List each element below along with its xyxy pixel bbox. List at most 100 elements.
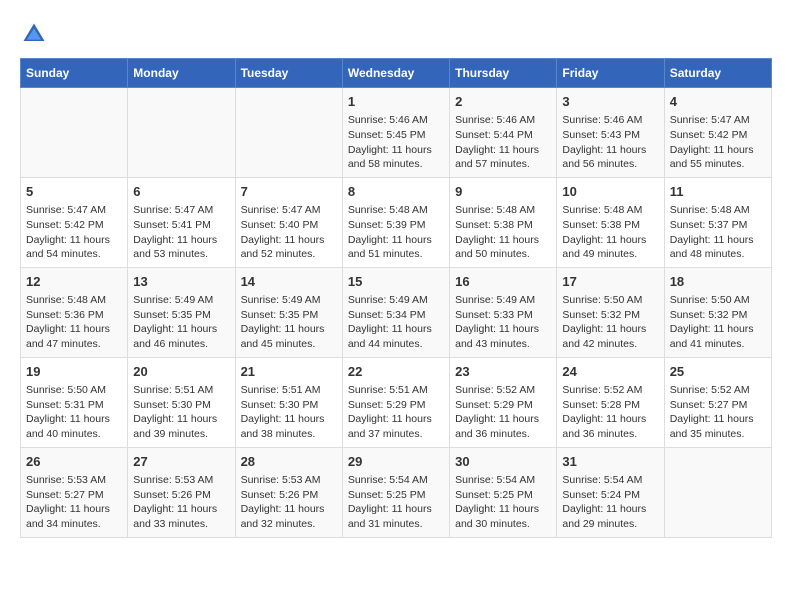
calendar-cell: 6 Sunrise: 5:47 AM Sunset: 5:41 PM Daylig… [128,177,235,267]
day-header-friday: Friday [557,59,664,88]
day-number: 20 [133,363,229,381]
calendar-week-row: 5 Sunrise: 5:47 AM Sunset: 5:42 PM Daylig… [21,177,772,267]
calendar-week-row: 12 Sunrise: 5:48 AM Sunset: 5:36 PM Dayli… [21,267,772,357]
day-number: 24 [562,363,658,381]
day-number: 13 [133,273,229,291]
day-number: 29 [348,453,444,471]
day-info: Sunrise: 5:48 AM Sunset: 5:38 PM Dayligh… [562,203,658,262]
calendar-cell: 7 Sunrise: 5:47 AM Sunset: 5:40 PM Daylig… [235,177,342,267]
calendar-cell: 11 Sunrise: 5:48 AM Sunset: 5:37 PM Dayli… [664,177,771,267]
day-header-monday: Monday [128,59,235,88]
day-header-thursday: Thursday [450,59,557,88]
day-info: Sunrise: 5:52 AM Sunset: 5:27 PM Dayligh… [670,383,766,442]
calendar-cell: 19 Sunrise: 5:50 AM Sunset: 5:31 PM Dayli… [21,357,128,447]
day-number: 11 [670,183,766,201]
day-number: 27 [133,453,229,471]
day-info: Sunrise: 5:48 AM Sunset: 5:37 PM Dayligh… [670,203,766,262]
calendar-cell: 23 Sunrise: 5:52 AM Sunset: 5:29 PM Dayli… [450,357,557,447]
calendar-cell: 31 Sunrise: 5:54 AM Sunset: 5:24 PM Dayli… [557,447,664,537]
day-number: 5 [26,183,122,201]
day-number: 23 [455,363,551,381]
calendar-cell [235,88,342,178]
calendar-cell: 8Sunrise: 5:48 AM Sunset: 5:39 PM Daylig… [342,177,449,267]
calendar-cell: 14Sunrise: 5:49 AM Sunset: 5:35 PM Dayli… [235,267,342,357]
calendar-cell: 10 Sunrise: 5:48 AM Sunset: 5:38 PM Dayli… [557,177,664,267]
day-number: 25 [670,363,766,381]
day-header-tuesday: Tuesday [235,59,342,88]
calendar-cell [21,88,128,178]
calendar-cell: 15 Sunrise: 5:49 AM Sunset: 5:34 PM Dayli… [342,267,449,357]
day-number: 4 [670,93,766,111]
day-number: 12 [26,273,122,291]
day-info: Sunrise: 5:48 AM Sunset: 5:38 PM Dayligh… [455,203,551,262]
calendar-cell: 3 Sunrise: 5:46 AM Sunset: 5:43 PM Daylig… [557,88,664,178]
day-number: 7 [241,183,337,201]
day-info: Sunrise: 5:49 AM Sunset: 5:35 PM Dayligh… [241,293,337,352]
day-number: 28 [241,453,337,471]
day-info: Sunrise: 5:49 AM Sunset: 5:34 PM Dayligh… [348,293,444,352]
day-number: 21 [241,363,337,381]
day-number: 6 [133,183,229,201]
day-info: Sunrise: 5:51 AM Sunset: 5:30 PM Dayligh… [133,383,229,442]
day-number: 15 [348,273,444,291]
calendar-cell: 16 Sunrise: 5:49 AM Sunset: 5:33 PM Dayli… [450,267,557,357]
day-number: 10 [562,183,658,201]
day-number: 9 [455,183,551,201]
calendar-cell: 4 Sunrise: 5:47 AM Sunset: 5:42 PM Daylig… [664,88,771,178]
calendar-cell: 1Sunrise: 5:46 AM Sunset: 5:45 PM Daylig… [342,88,449,178]
day-number: 1 [348,93,444,111]
day-info: Sunrise: 5:52 AM Sunset: 5:28 PM Dayligh… [562,383,658,442]
day-info: Sunrise: 5:47 AM Sunset: 5:42 PM Dayligh… [670,113,766,172]
day-info: Sunrise: 5:54 AM Sunset: 5:24 PM Dayligh… [562,473,658,532]
calendar-cell: 29 Sunrise: 5:54 AM Sunset: 5:25 PM Dayli… [342,447,449,537]
calendar-cell: 28 Sunrise: 5:53 AM Sunset: 5:26 PM Dayli… [235,447,342,537]
calendar-cell: 5 Sunrise: 5:47 AM Sunset: 5:42 PM Daylig… [21,177,128,267]
calendar-cell: 12 Sunrise: 5:48 AM Sunset: 5:36 PM Dayli… [21,267,128,357]
calendar-cell: 27 Sunrise: 5:53 AM Sunset: 5:26 PM Dayli… [128,447,235,537]
day-info: Sunrise: 5:47 AM Sunset: 5:40 PM Dayligh… [241,203,337,262]
calendar-week-row: 19 Sunrise: 5:50 AM Sunset: 5:31 PM Dayli… [21,357,772,447]
calendar-week-row: 26 Sunrise: 5:53 AM Sunset: 5:27 PM Dayli… [21,447,772,537]
day-info: Sunrise: 5:47 AM Sunset: 5:42 PM Dayligh… [26,203,122,262]
calendar-cell: 25 Sunrise: 5:52 AM Sunset: 5:27 PM Dayli… [664,357,771,447]
day-info: Sunrise: 5:50 AM Sunset: 5:32 PM Dayligh… [670,293,766,352]
day-number: 2 [455,93,551,111]
day-info: Sunrise: 5:46 AM Sunset: 5:43 PM Dayligh… [562,113,658,172]
day-number: 19 [26,363,122,381]
day-header-wednesday: Wednesday [342,59,449,88]
calendar-header-row: SundayMondayTuesdayWednesdayThursdayFrid… [21,59,772,88]
day-number: 31 [562,453,658,471]
day-info: Sunrise: 5:46 AM Sunset: 5:44 PM Dayligh… [455,113,551,172]
day-header-sunday: Sunday [21,59,128,88]
day-info: Sunrise: 5:48 AM Sunset: 5:39 PM Dayligh… [348,203,444,262]
day-info: Sunrise: 5:49 AM Sunset: 5:35 PM Dayligh… [133,293,229,352]
day-info: Sunrise: 5:48 AM Sunset: 5:36 PM Dayligh… [26,293,122,352]
calendar-cell: 30 Sunrise: 5:54 AM Sunset: 5:25 PM Dayli… [450,447,557,537]
day-info: Sunrise: 5:50 AM Sunset: 5:31 PM Dayligh… [26,383,122,442]
day-number: 3 [562,93,658,111]
calendar-cell: 13 Sunrise: 5:49 AM Sunset: 5:35 PM Dayli… [128,267,235,357]
calendar-cell: 24 Sunrise: 5:52 AM Sunset: 5:28 PM Dayli… [557,357,664,447]
day-info: Sunrise: 5:53 AM Sunset: 5:27 PM Dayligh… [26,473,122,532]
day-number: 16 [455,273,551,291]
calendar-cell: 2 Sunrise: 5:46 AM Sunset: 5:44 PM Daylig… [450,88,557,178]
calendar-cell: 17Sunrise: 5:50 AM Sunset: 5:32 PM Dayli… [557,267,664,357]
day-info: Sunrise: 5:51 AM Sunset: 5:30 PM Dayligh… [241,383,337,442]
calendar-cell: 21 Sunrise: 5:51 AM Sunset: 5:30 PM Dayli… [235,357,342,447]
page-header [20,20,772,48]
day-info: Sunrise: 5:54 AM Sunset: 5:25 PM Dayligh… [455,473,551,532]
day-info: Sunrise: 5:50 AM Sunset: 5:32 PM Dayligh… [562,293,658,352]
day-info: Sunrise: 5:53 AM Sunset: 5:26 PM Dayligh… [133,473,229,532]
day-info: Sunrise: 5:49 AM Sunset: 5:33 PM Dayligh… [455,293,551,352]
calendar-cell: 18 Sunrise: 5:50 AM Sunset: 5:32 PM Dayli… [664,267,771,357]
day-number: 30 [455,453,551,471]
day-number: 18 [670,273,766,291]
day-info: Sunrise: 5:51 AM Sunset: 5:29 PM Dayligh… [348,383,444,442]
calendar-cell: 9 Sunrise: 5:48 AM Sunset: 5:38 PM Daylig… [450,177,557,267]
day-number: 26 [26,453,122,471]
day-info: Sunrise: 5:52 AM Sunset: 5:29 PM Dayligh… [455,383,551,442]
calendar-cell: 22Sunrise: 5:51 AM Sunset: 5:29 PM Dayli… [342,357,449,447]
day-info: Sunrise: 5:47 AM Sunset: 5:41 PM Dayligh… [133,203,229,262]
day-info: Sunrise: 5:53 AM Sunset: 5:26 PM Dayligh… [241,473,337,532]
day-info: Sunrise: 5:54 AM Sunset: 5:25 PM Dayligh… [348,473,444,532]
